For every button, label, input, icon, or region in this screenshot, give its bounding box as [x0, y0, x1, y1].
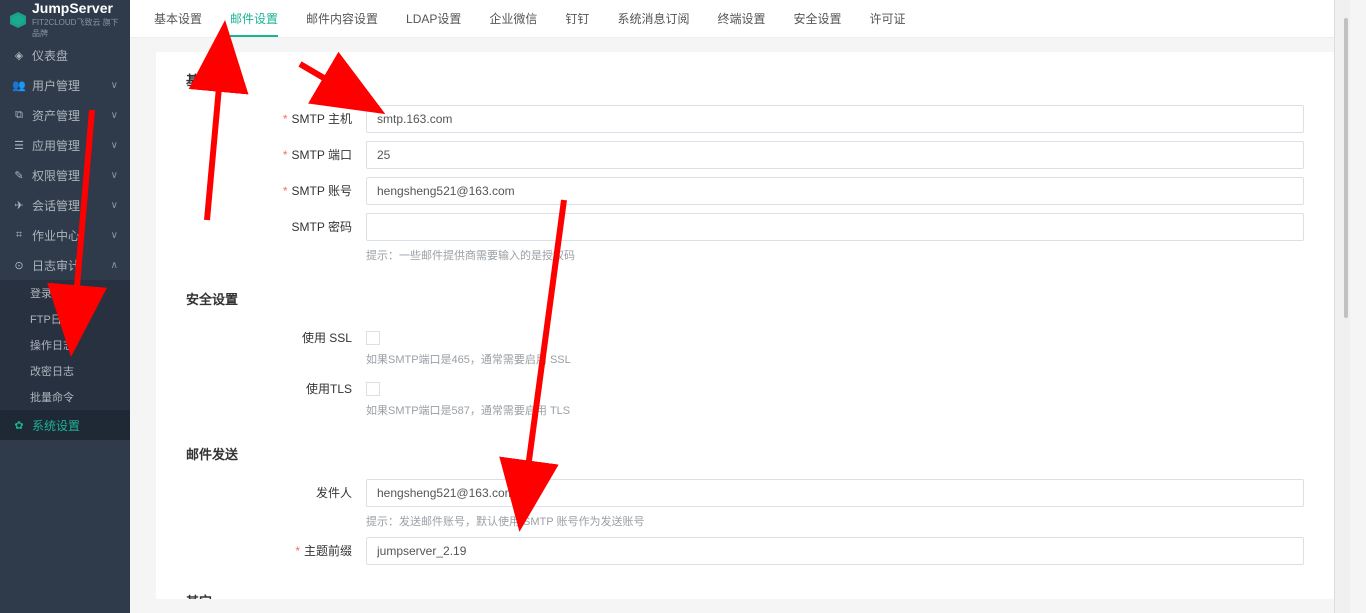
tab-dingtalk[interactable]: 钉钉 [551, 0, 603, 37]
row-use-ssl: 使用 SSL 如果SMTP端口是465，通常需要启用 SSL [186, 324, 1304, 367]
nav-audits[interactable]: ⊙日志审计∧ [0, 250, 130, 280]
input-smtp-password[interactable] [366, 213, 1304, 241]
subnav-batch-cmd[interactable]: 批量命令 [0, 384, 130, 410]
hint-smtp-password: 提示：一些邮件提供商需要输入的是授权码 [366, 247, 1304, 263]
chevron-down-icon: ∨ [111, 140, 118, 151]
chevron-down-icon: ∨ [111, 230, 118, 241]
users-icon: 👥 [12, 79, 26, 92]
sidebar: JumpServer FIT2CLOUD飞致云 旗下品牌 ◈仪表盘 👥用户管理∨… [0, 0, 130, 613]
label-smtp-host: SMTP 主机 [292, 112, 352, 126]
audits-subnav: 登录日志 FTP日志 操作日志 改密日志 批量命令 [0, 280, 130, 410]
perms-icon: ✎ [12, 169, 26, 182]
checkbox-use-ssl[interactable] [366, 331, 380, 345]
label-smtp-port: SMTP 端口 [292, 148, 352, 162]
apps-icon: ☰ [12, 139, 26, 152]
audits-icon: ⊙ [12, 259, 26, 272]
section-other-title: 其它 [186, 573, 1304, 599]
hint-use-ssl: 如果SMTP端口是465，通常需要启用 SSL [366, 351, 1304, 367]
tab-email[interactable]: 邮件设置 [216, 0, 292, 37]
nav-dashboard[interactable]: ◈仪表盘 [0, 40, 130, 70]
label-subject-prefix: 主题前缀 [304, 544, 352, 558]
row-use-tls: 使用TLS 如果SMTP端口是587，通常需要启用 TLS [186, 375, 1304, 418]
tabbar: 基本设置 邮件设置 邮件内容设置 LDAP设置 企业微信 钉钉 系统消息订阅 终… [130, 0, 1350, 38]
main: 基本设置 邮件设置 邮件内容设置 LDAP设置 企业微信 钉钉 系统消息订阅 终… [130, 0, 1350, 613]
label-sender: 发件人 [316, 486, 352, 500]
nav-apps[interactable]: ☰应用管理∨ [0, 130, 130, 160]
nav-users[interactable]: 👥用户管理∨ [0, 70, 130, 100]
row-smtp-port: *SMTP 端口 [186, 141, 1304, 169]
logo-icon [8, 10, 28, 30]
content-panel: 基本信息 *SMTP 主机 *SMTP 端口 *SMTP 账号 SMTP 密码 … [156, 52, 1334, 599]
logo-text: JumpServer [32, 1, 122, 15]
chevron-down-icon: ∨ [111, 80, 118, 91]
input-smtp-port[interactable] [366, 141, 1304, 169]
tab-basic[interactable]: 基本设置 [140, 0, 216, 37]
nav-sessions[interactable]: ✈会话管理∨ [0, 190, 130, 220]
sidebar-header: JumpServer FIT2CLOUD飞致云 旗下品牌 [0, 0, 130, 40]
jobs-icon: ⌗ [12, 229, 26, 242]
section-security-title: 安全设置 [186, 271, 1304, 316]
subnav-login-log[interactable]: 登录日志 [0, 280, 130, 306]
nav-settings[interactable]: ✿系统设置 [0, 410, 130, 440]
row-smtp-password: SMTP 密码 提示：一些邮件提供商需要输入的是授权码 [186, 213, 1304, 263]
input-subject-prefix[interactable] [366, 537, 1304, 565]
sidebar-nav: ◈仪表盘 👥用户管理∨ ⧉资产管理∨ ☰应用管理∨ ✎权限管理∨ ✈会话管理∨ … [0, 40, 130, 440]
scrollbar-thumb[interactable] [1344, 18, 1348, 318]
sessions-icon: ✈ [12, 199, 26, 212]
tab-ldap[interactable]: LDAP设置 [392, 0, 475, 37]
outer-scrollbar[interactable] [1334, 0, 1350, 613]
settings-icon: ✿ [12, 419, 26, 432]
tab-email-content[interactable]: 邮件内容设置 [292, 0, 392, 37]
logo-subtitle: FIT2CLOUD飞致云 旗下品牌 [32, 17, 122, 39]
nav-assets[interactable]: ⧉资产管理∨ [0, 100, 130, 130]
row-sender: 发件人 提示：发送邮件账号，默认使用 SMTP 账号作为发送账号 [186, 479, 1304, 529]
tab-license[interactable]: 许可证 [855, 0, 919, 37]
tab-terminal[interactable]: 终端设置 [703, 0, 779, 37]
hint-use-tls: 如果SMTP端口是587，通常需要启用 TLS [366, 402, 1304, 418]
label-smtp-password: SMTP 密码 [292, 220, 352, 234]
label-use-ssl: 使用 SSL [302, 331, 352, 345]
row-subject-prefix: *主题前缀 [186, 537, 1304, 565]
chevron-down-icon: ∨ [111, 200, 118, 211]
tab-security[interactable]: 安全设置 [779, 0, 855, 37]
label-use-tls: 使用TLS [306, 382, 352, 396]
checkbox-use-tls[interactable] [366, 382, 380, 396]
chevron-down-icon: ∨ [111, 170, 118, 181]
hint-sender: 提示：发送邮件账号，默认使用 SMTP 账号作为发送账号 [366, 513, 1304, 529]
tab-sysmsg[interactable]: 系统消息订阅 [603, 0, 703, 37]
input-smtp-host[interactable] [366, 105, 1304, 133]
label-smtp-account: SMTP 账号 [292, 184, 352, 198]
dashboard-icon: ◈ [12, 49, 26, 62]
tab-wechat[interactable]: 企业微信 [475, 0, 551, 37]
input-sender[interactable] [366, 479, 1304, 507]
nav-perms[interactable]: ✎权限管理∨ [0, 160, 130, 190]
section-basic-title: 基本信息 [186, 52, 1304, 97]
subnav-pwd-log[interactable]: 改密日志 [0, 358, 130, 384]
nav-jobs[interactable]: ⌗作业中心∨ [0, 220, 130, 250]
chevron-down-icon: ∨ [111, 110, 118, 121]
subnav-op-log[interactable]: 操作日志 [0, 332, 130, 358]
section-send-title: 邮件发送 [186, 426, 1304, 471]
row-smtp-account: *SMTP 账号 [186, 177, 1304, 205]
subnav-ftp-log[interactable]: FTP日志 [0, 306, 130, 332]
assets-icon: ⧉ [12, 109, 26, 122]
chevron-up-icon: ∧ [111, 260, 118, 271]
row-smtp-host: *SMTP 主机 [186, 105, 1304, 133]
input-smtp-account[interactable] [366, 177, 1304, 205]
